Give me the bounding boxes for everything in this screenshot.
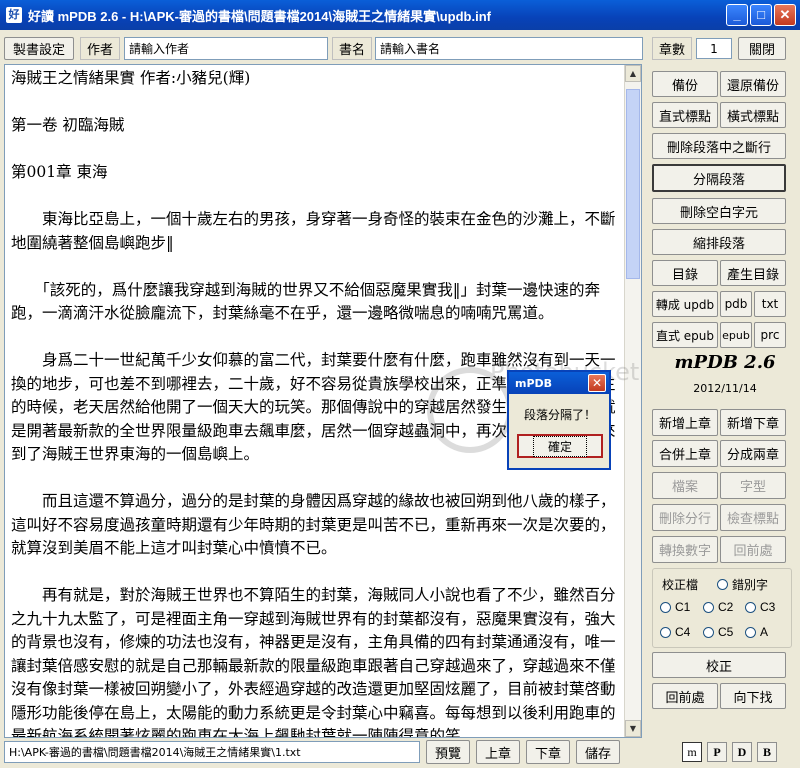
message-dialog: mPDB ✕ 段落分隔了！ 確定 — [507, 370, 611, 470]
merge-prev-chapter-button[interactable]: 合併上章 — [652, 440, 718, 467]
mode-m-button[interactable]: m — [682, 742, 702, 762]
editor-line: 而且這還不算過分，過分的是封葉的身體因爲穿越的緣故也被回朔到他八歲的樣子，這叫好… — [11, 492, 616, 557]
file-path-field[interactable]: H:\APK-審過的書檔\問題書檔2014\海賊王之情緒果實\1.txt — [4, 741, 420, 763]
editor-line: 海賊王之情緒果實 作者:小豬兒(輝) — [11, 69, 251, 87]
editor-line — [11, 91, 617, 115]
remove-whitespace-button[interactable]: 刪除空白字元 — [652, 198, 786, 224]
txt-button[interactable]: txt — [754, 291, 786, 317]
radio-c3[interactable]: C3 — [745, 600, 775, 614]
proofread-button[interactable]: 校正 — [652, 652, 786, 678]
indent-paragraph-button[interactable]: 縮排段落 — [652, 229, 786, 255]
radio-c2[interactable]: C2 — [703, 600, 733, 614]
editor-scrollbar[interactable]: ▲ ▼ — [624, 65, 641, 737]
radio-circle-icon — [703, 626, 714, 638]
author-label: 作者 — [80, 37, 120, 60]
find-next-button[interactable]: 向下找 — [720, 683, 786, 709]
scroll-thumb[interactable] — [626, 89, 640, 279]
convert-number-button[interactable]: 轉換數字 — [652, 536, 718, 563]
editor-line: 東海比亞島上，一個十歲左右的男孩，身穿著一身奇怪的裝束在金色的沙灘上，不斷地圍繞… — [11, 210, 616, 252]
editor-line: 再有就是，對於海賊王世界也不算陌生的封葉，海賊同人小說也看了不少，雖然百分之九十… — [11, 586, 616, 738]
radio-circle-icon — [703, 601, 714, 613]
window-title: 好讀 mPDB 2.6 - H:\APK-審過的書檔\問題書檔2014\海賊王之… — [28, 8, 491, 24]
mode-d-button[interactable]: D — [732, 742, 752, 762]
bookname-label: 書名 — [332, 37, 372, 60]
app-date: 2012/11/14 — [693, 382, 757, 395]
prc-button[interactable]: prc — [754, 322, 786, 348]
next-chapter-button[interactable]: 下章 — [526, 740, 570, 764]
scroll-up-icon[interactable]: ▲ — [625, 65, 641, 82]
preview-button[interactable]: 預覽 — [426, 740, 470, 764]
radio-circle-icon — [745, 626, 756, 638]
remove-line-breaks-button[interactable]: 刪除段落中之斷行 — [652, 133, 786, 159]
split-paragraph-button[interactable]: 分隔段落 — [652, 164, 786, 192]
radio-circle-icon — [745, 601, 756, 613]
maximize-button[interactable]: □ — [750, 4, 772, 26]
scroll-down-icon[interactable]: ▼ — [625, 720, 641, 737]
radio-circle-icon — [660, 601, 671, 613]
backup-button[interactable]: 備份 — [652, 71, 718, 97]
radio-a[interactable]: A — [745, 625, 768, 639]
check-punctuation-button[interactable]: 檢查標點 — [720, 504, 786, 531]
restore-backup-button[interactable]: 還原備份 — [720, 71, 786, 97]
radio-circle-icon — [717, 579, 728, 590]
vertical-epub-button[interactable]: 直式 epub — [652, 322, 718, 348]
editor-line: 第001章 東海 — [11, 163, 108, 181]
archive-button[interactable]: 檔案 — [652, 472, 718, 499]
font-button[interactable]: 字型 — [720, 472, 786, 499]
prev-chapter-button[interactable]: 上章 — [476, 740, 520, 764]
new-prev-chapter-button[interactable]: 新增上章 — [652, 409, 718, 436]
book-settings-button[interactable]: 製書設定 — [4, 37, 74, 60]
radio-c5[interactable]: C5 — [703, 625, 733, 639]
save-button[interactable]: 儲存 — [576, 740, 620, 764]
proofread-file-label: 校正檔 — [662, 578, 699, 592]
toc-button[interactable]: 目錄 — [652, 260, 718, 286]
dialog-ok-button[interactable]: 確定 — [517, 434, 603, 458]
go-back-button[interactable]: 回前處 — [720, 536, 786, 563]
close-window-button[interactable]: ✕ — [774, 4, 796, 26]
radio-circle-icon — [660, 626, 671, 638]
app-icon: 好 — [6, 7, 22, 23]
window-titlebar: 好 好讀 mPDB 2.6 - H:\APK-審過的書檔\問題書檔2014\海賊… — [0, 0, 800, 30]
editor-line — [11, 561, 617, 585]
editor-line — [11, 138, 617, 162]
epub-button[interactable]: epub — [720, 322, 752, 348]
delete-line-button[interactable]: 刪除分行 — [652, 504, 718, 531]
editor-line: 第一卷 初臨海賊 — [11, 116, 125, 134]
mode-b-button[interactable]: B — [757, 742, 777, 762]
convert-updb-button[interactable]: 轉成 updb — [652, 291, 718, 317]
new-next-chapter-button[interactable]: 新增下章 — [720, 409, 786, 436]
dialog-ok-label: 確定 — [532, 435, 587, 457]
mode-p-button[interactable]: P — [707, 742, 727, 762]
chapter-count-label: 章數 — [652, 37, 692, 60]
pdb-button[interactable]: pdb — [720, 291, 752, 317]
editor-line — [11, 255, 617, 279]
go-back-2-button[interactable]: 回前處 — [652, 683, 718, 709]
minimize-button[interactable]: _ — [726, 4, 748, 26]
editor-line — [11, 326, 617, 350]
editor-line — [11, 185, 617, 209]
split-chapters-button[interactable]: 分成兩章 — [720, 440, 786, 467]
editor-line: 「該死的，爲什麼讓我穿越到海賊的世界又不給個惡魔果實我‖」封葉一邊快速的奔跑，一… — [11, 280, 601, 323]
dialog-message: 段落分隔了！ — [524, 408, 597, 422]
generate-toc-button[interactable]: 產生目錄 — [720, 260, 786, 286]
horizontal-punctuation-button[interactable]: 橫式標點 — [720, 102, 786, 128]
author-input[interactable]: 請輸入作者 — [124, 37, 328, 60]
typo-radio[interactable]: 錯別字 — [717, 576, 768, 593]
close-button[interactable]: 關閉 — [738, 37, 786, 60]
radio-c4[interactable]: C4 — [660, 625, 690, 639]
radio-c1[interactable]: C1 — [660, 600, 690, 614]
chapter-count-input[interactable]: 1 — [696, 38, 732, 59]
dialog-close-icon[interactable]: ✕ — [588, 374, 606, 392]
app-brand: mPDB 2.6 — [674, 352, 776, 373]
editor-line — [11, 467, 617, 491]
bookname-input[interactable]: 請輸入書名 — [375, 37, 643, 60]
vertical-punctuation-button[interactable]: 直式標點 — [652, 102, 718, 128]
